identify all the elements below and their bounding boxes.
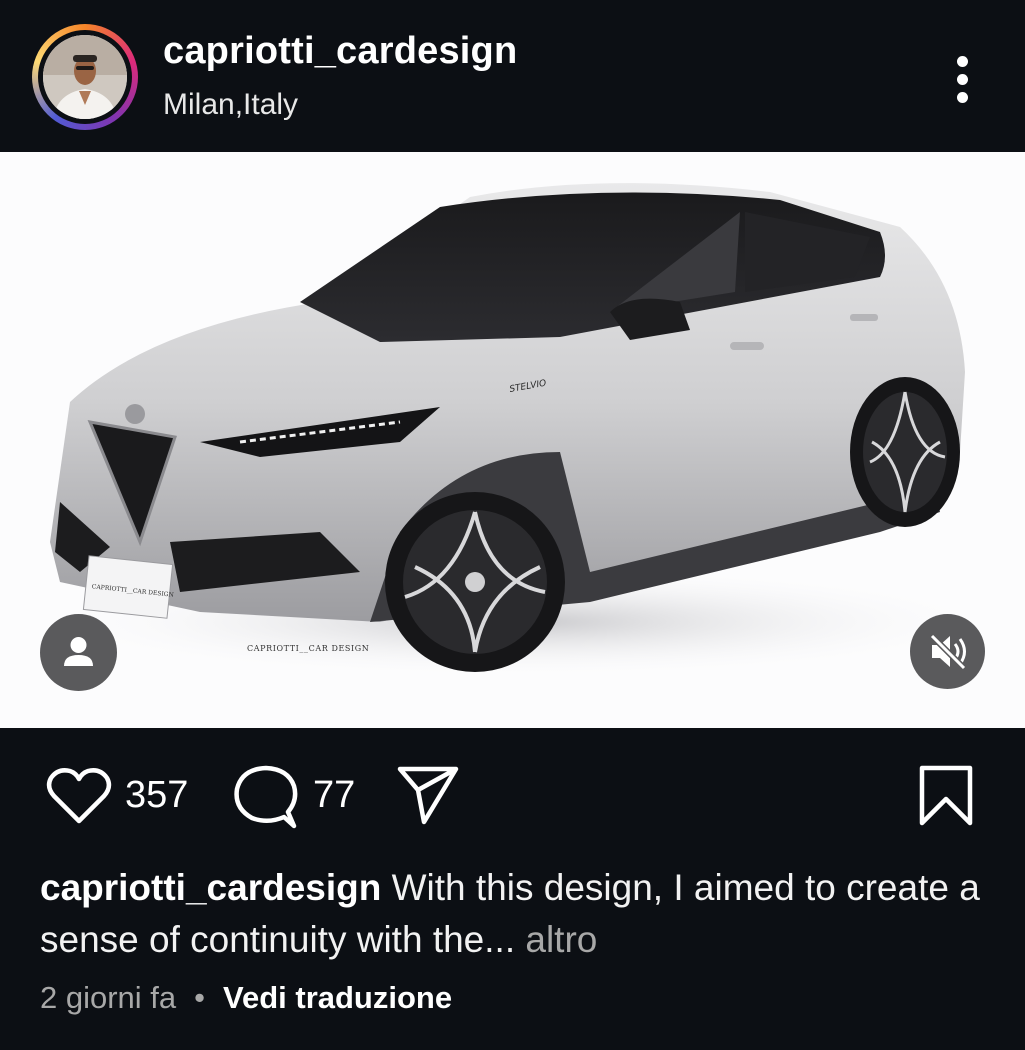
avatar[interactable] xyxy=(43,35,127,119)
post-image[interactable]: CAPRIOTTI__CAR DESIGN STELVIO CAPRIOTTI_… xyxy=(0,152,1025,728)
post-location[interactable]: Milan,Italy xyxy=(163,88,298,122)
story-ring-avatar[interactable] xyxy=(32,24,138,130)
likes-count[interactable]: 357 xyxy=(125,774,188,817)
meta-separator: • xyxy=(194,980,205,1015)
post-header: capriotti_cardesign Milan,Italy xyxy=(0,0,1025,152)
save-button[interactable] xyxy=(918,765,974,827)
post-caption: capriotti_cardesign With this design, I … xyxy=(40,862,990,966)
user-tag-icon xyxy=(64,637,93,666)
mute-button[interactable] xyxy=(910,614,985,689)
post-timestamp: 2 giorni fa xyxy=(40,980,177,1015)
send-icon xyxy=(397,766,459,825)
image-watermark: CAPRIOTTI__CAR DESIGN xyxy=(247,644,369,653)
bookmark-icon xyxy=(919,765,973,826)
heart-icon xyxy=(46,768,112,824)
volume-mute-icon xyxy=(929,633,967,671)
more-options-button[interactable] xyxy=(946,52,980,106)
car-illustration: CAPRIOTTI__CAR DESIGN STELVIO CAPRIOTTI_… xyxy=(40,183,1000,677)
tagged-users-button[interactable] xyxy=(40,614,117,691)
share-button[interactable] xyxy=(396,764,460,826)
post-username[interactable]: capriotti_cardesign xyxy=(163,30,517,73)
post-meta: 2 giorni fa • Vedi traduzione xyxy=(40,980,452,1016)
comment-button[interactable] xyxy=(232,764,300,830)
caption-more-link[interactable]: altro xyxy=(525,919,597,960)
caption-username[interactable]: capriotti_cardesign xyxy=(40,867,381,908)
like-button[interactable] xyxy=(46,766,112,826)
see-translation-link[interactable]: Vedi traduzione xyxy=(223,980,452,1015)
comments-count[interactable]: 77 xyxy=(313,774,355,817)
comment-icon xyxy=(234,765,298,829)
avatar-photo xyxy=(43,35,127,119)
